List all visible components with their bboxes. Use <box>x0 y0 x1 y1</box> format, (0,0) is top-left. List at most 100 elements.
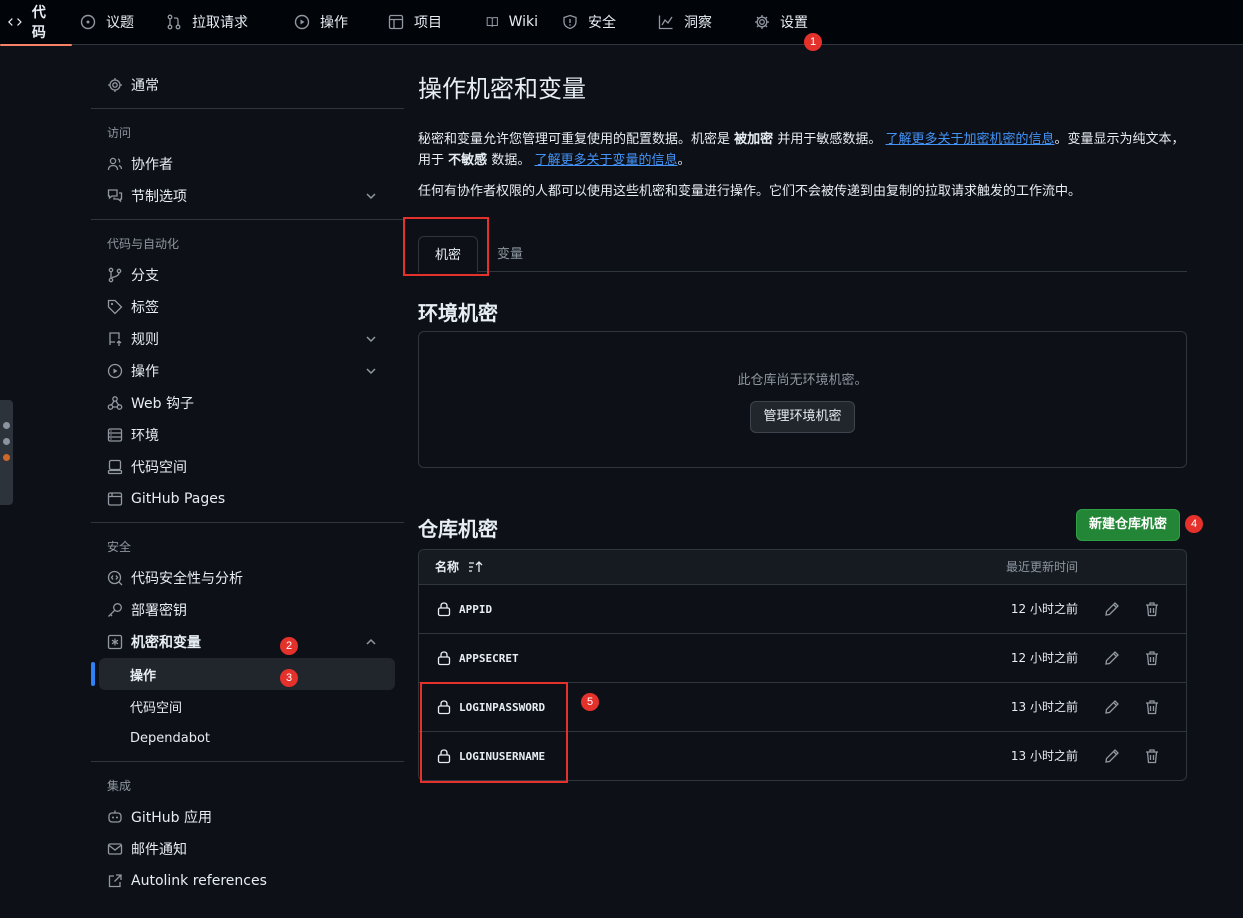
sidebar-item-code-security[interactable]: 代码安全性与分析 <box>91 562 404 594</box>
trash-icon[interactable] <box>1144 699 1160 715</box>
asterisk-icon <box>107 634 123 650</box>
sidebar-item-email[interactable]: 邮件通知 <box>91 833 404 865</box>
secret-updated: 12 小时之前 <box>1010 651 1078 665</box>
side-float-tab[interactable] <box>0 400 13 505</box>
new-repo-secret-button[interactable]: 新建仓库机密 <box>1076 509 1181 541</box>
sidebar-item-codespaces[interactable]: 代码空间 <box>91 451 404 483</box>
tag-icon <box>107 299 123 315</box>
sidebar-item-deploy-keys[interactable]: 部署密钥 <box>91 594 404 626</box>
browser-icon <box>107 492 123 506</box>
column-name[interactable]: 名称 <box>435 550 459 585</box>
repo-nav: 代码 议题 拉取请求 操作 项目 Wiki 安全 洞察 设置 <box>0 0 1243 46</box>
page-title: 操作机密和变量 <box>418 75 586 103</box>
chevron-down-icon[interactable] <box>364 189 378 203</box>
sidebar-heading-integrations: 集成 <box>107 778 132 793</box>
sidebar-item-collaborators[interactable]: 协作者 <box>91 148 404 180</box>
annotation-badge-2: 2 <box>280 637 298 655</box>
nav-tab-issues[interactable]: 议题 <box>72 0 158 45</box>
sidebar-subitem-actions[interactable]: 操作 <box>91 658 395 690</box>
sidebar-item-environments[interactable]: 环境 <box>91 419 404 451</box>
sidebar-subitem-codespaces[interactable]: 代码空间 <box>91 690 404 722</box>
nav-tab-code[interactable]: 代码 <box>0 0 72 46</box>
repo-push-icon <box>109 332 122 346</box>
secret-name: APPID <box>459 603 493 616</box>
branch-icon <box>108 267 122 283</box>
manage-env-secrets-button[interactable]: 管理环境机密 <box>750 401 855 433</box>
env-secrets-box: 此仓库尚无环境机密。 管理环境机密 <box>418 331 1187 468</box>
server-icon <box>107 428 123 442</box>
nav-label: 操作 <box>320 15 348 31</box>
sidebar-item-github-apps[interactable]: GitHub 应用 <box>91 801 404 833</box>
annotation-badge-4: 4 <box>1185 515 1203 533</box>
sidebar-item-label: 节制选项 <box>131 189 187 205</box>
sort-icon[interactable] <box>468 561 484 573</box>
column-updated: 最近更新时间 <box>1005 560 1078 574</box>
collaborator-note: 任何有协作者权限的人都可以使用这些机密和变量进行操作。它们不会被传递到由复制的拉… <box>418 184 1082 199</box>
settings-sidebar: 通常 访问 协作者 节制选项 代码与自动化 分支 标签 规则 操作 Web 钩子… <box>91 69 404 897</box>
nav-label: Wiki <box>508 14 538 30</box>
pencil-icon[interactable] <box>1104 699 1120 715</box>
codescan-icon <box>107 570 123 586</box>
sidebar-item-autolink[interactable]: Autolink references <box>91 865 404 897</box>
gear-icon <box>108 78 122 92</box>
sidebar-item-tags[interactable]: 标签 <box>91 291 404 323</box>
pencil-icon[interactable] <box>1104 748 1120 764</box>
divider <box>91 219 404 220</box>
highlight-box-secrets <box>420 682 568 783</box>
sidebar-item-label: GitHub 应用 <box>131 810 212 826</box>
sidebar-item-webhooks[interactable]: Web 钩子 <box>91 387 404 419</box>
sidebar-subitem-dependabot[interactable]: Dependabot <box>91 722 404 754</box>
trash-icon[interactable] <box>1144 650 1160 666</box>
learn-more-secrets-link[interactable]: 了解更多关于加密机密的信息 <box>885 132 1054 147</box>
chevron-down-icon[interactable] <box>364 332 378 346</box>
sidebar-item-label: 部署密钥 <box>131 603 187 619</box>
nav-tab-projects[interactable]: 项目 <box>380 0 478 45</box>
sidebar-item-general[interactable]: 通常 <box>91 69 404 101</box>
tab-variables[interactable]: 变量 <box>497 236 523 273</box>
desc-text: 并用于敏感数据。 <box>777 132 882 147</box>
nav-tab-actions[interactable]: 操作 <box>286 0 380 45</box>
pencil-icon[interactable] <box>1104 601 1120 617</box>
shield-icon <box>563 14 577 30</box>
sidebar-item-secrets-variables[interactable]: 机密和变量 <box>91 626 404 658</box>
sidebar-item-pages[interactable]: GitHub Pages <box>91 483 404 515</box>
nav-tab-pull-requests[interactable]: 拉取请求 <box>158 0 286 45</box>
gear-icon <box>755 15 769 29</box>
nav-label: 设置 <box>780 15 808 31</box>
table-icon <box>388 14 404 30</box>
sidebar-item-branches[interactable]: 分支 <box>91 259 404 291</box>
nav-label: 拉取请求 <box>192 15 248 31</box>
link-external-icon <box>108 874 122 888</box>
float-dot <box>3 438 10 445</box>
nav-label: 安全 <box>588 15 616 31</box>
desc-bold: 被加密 <box>734 132 774 147</box>
float-dot <box>3 422 10 429</box>
chevron-up-icon[interactable] <box>364 635 378 649</box>
env-secrets-title: 环境机密 <box>418 301 498 325</box>
highlight-box-tab <box>403 217 489 276</box>
chevron-down-icon[interactable] <box>364 364 378 378</box>
sidebar-item-actions[interactable]: 操作 <box>91 355 404 387</box>
secret-name: APPSECRET <box>459 652 519 665</box>
sidebar-item-label: 代码安全性与分析 <box>131 571 243 587</box>
sidebar-item-moderation[interactable]: 节制选项 <box>91 180 404 212</box>
sidebar-heading-security: 安全 <box>107 539 132 554</box>
graph-icon <box>658 15 673 30</box>
sidebar-item-rules[interactable]: 规则 <box>91 323 404 355</box>
trash-icon[interactable] <box>1144 748 1160 764</box>
lock-icon <box>437 602 451 617</box>
play-icon <box>294 14 310 30</box>
learn-more-variables-link[interactable]: 了解更多关于变量的信息 <box>534 153 677 168</box>
nav-tab-security[interactable]: 安全 <box>554 0 650 45</box>
nav-label: 项目 <box>414 15 442 31</box>
people-icon <box>107 157 123 171</box>
nav-tab-insights[interactable]: 洞察 <box>650 0 746 45</box>
sidebar-item-label: 环境 <box>131 428 159 444</box>
divider <box>91 108 404 109</box>
divider <box>91 761 404 762</box>
pencil-icon[interactable] <box>1104 650 1120 666</box>
apps-icon <box>108 810 122 823</box>
trash-icon[interactable] <box>1144 601 1160 617</box>
annotation-badge-3: 3 <box>280 669 298 687</box>
nav-tab-wiki[interactable]: Wiki <box>478 0 554 45</box>
